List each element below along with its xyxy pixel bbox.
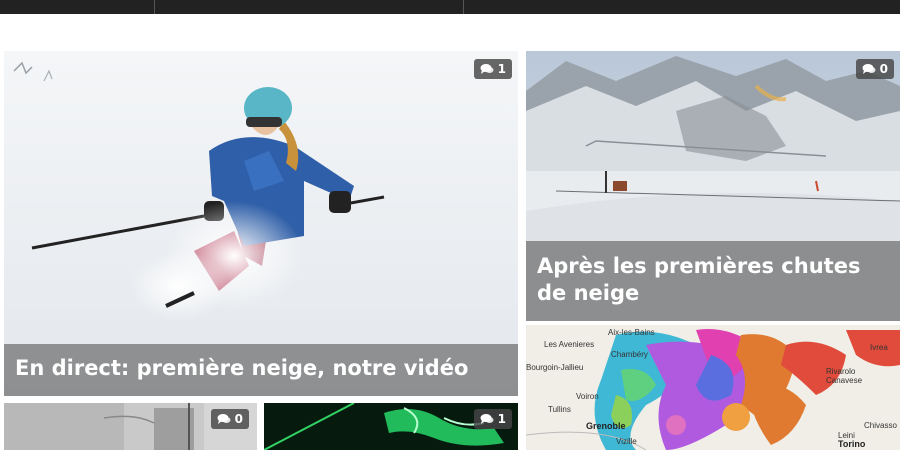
comments-icon: [862, 64, 876, 74]
comment-count-badge[interactable]: 1: [473, 59, 512, 79]
comment-count-badge[interactable]: 1: [473, 409, 512, 429]
comments-icon: [480, 414, 494, 424]
map-label: Voiron: [576, 392, 599, 401]
nav-divider: [463, 0, 464, 14]
article-card-premiere-neige[interactable]: 1 En direct: première neige, notre vidéo: [4, 51, 518, 396]
map-label: Bourgoin-Jallieu: [526, 363, 584, 372]
top-nav-bar: [0, 0, 900, 14]
comment-count: 0: [234, 412, 243, 426]
map-label: Aix-les-Bains: [608, 328, 655, 337]
comment-count-badge[interactable]: 0: [210, 409, 249, 429]
comment-count: 1: [497, 62, 506, 76]
map-label: Chambéry: [611, 350, 648, 359]
article-title[interactable]: Après les premières chutes de neige: [526, 241, 900, 321]
article-title[interactable]: En direct: première neige, notre vidéo: [4, 344, 518, 396]
map-label: Vizille: [616, 437, 637, 446]
map-label: Chivasso: [864, 421, 897, 430]
comments-icon: [480, 64, 494, 74]
comment-count: 1: [497, 412, 506, 426]
map-label: Ivrea: [870, 343, 888, 352]
article-card-snowy-street[interactable]: 0: [4, 403, 257, 450]
nav-divider: [154, 0, 155, 14]
map-label: Les Avenieres: [544, 340, 595, 349]
map-label: Torino: [838, 439, 866, 449]
map-label: Grenoble: [586, 421, 626, 431]
map-label: Rivarolo Canavese: [826, 367, 863, 385]
comment-count: 0: [879, 62, 888, 76]
article-card-green-laser[interactable]: 1: [264, 403, 518, 450]
map-label: Tullins: [548, 405, 571, 414]
comment-count-badge[interactable]: 0: [855, 59, 894, 79]
article-card-premieres-chutes[interactable]: 0 Après les premières chutes de neige: [526, 51, 900, 321]
article-card-snow-map[interactable]: Aix-les-Bains Les Avenieres Chambéry Bou…: [526, 325, 900, 450]
comments-icon: [217, 414, 231, 424]
